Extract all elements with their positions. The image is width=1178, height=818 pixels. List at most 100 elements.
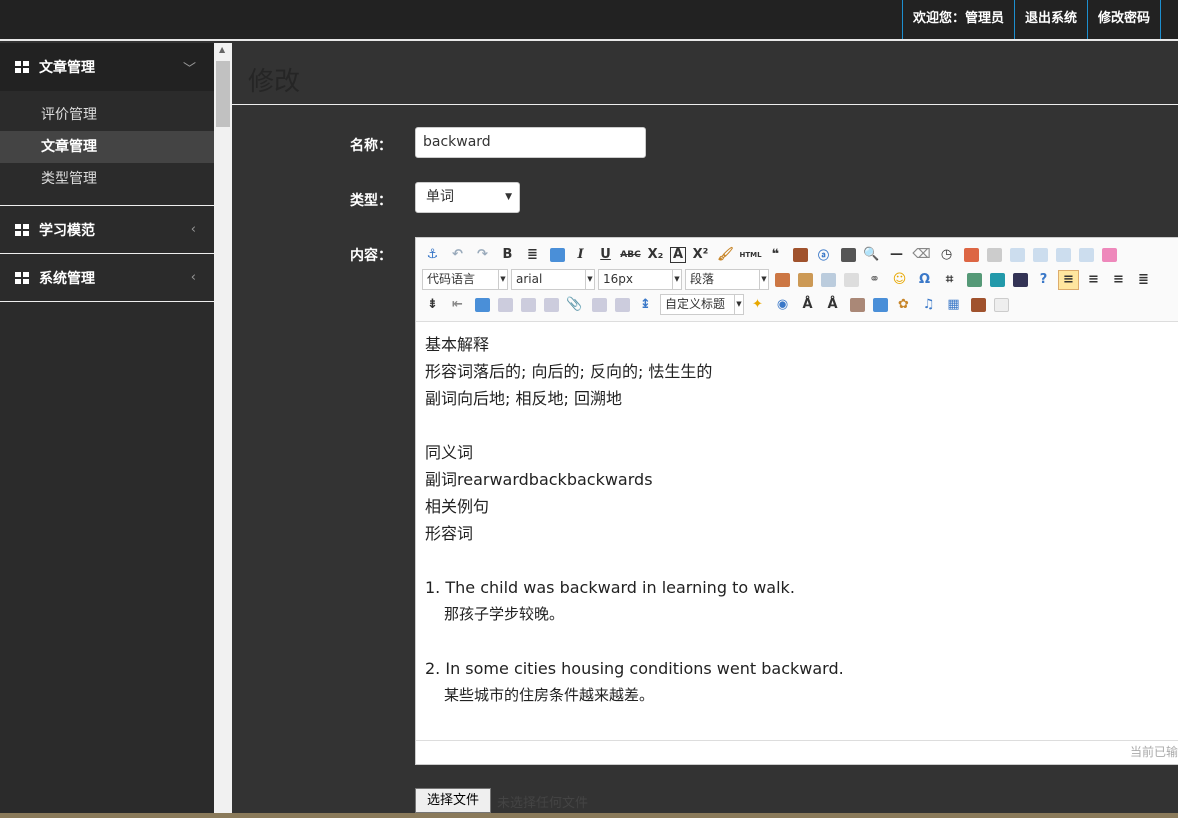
undo-icon[interactable]: ↶ <box>447 245 468 265</box>
editor-content-area[interactable]: 基本解释 形容词落后的; 向后的; 反向的; 怯生生的 副词向后地; 相反地; … <box>416 322 1178 740</box>
eraser-icon[interactable]: ⌫ <box>911 245 932 265</box>
grid-icon <box>15 223 29 236</box>
rich-text-editor[interactable]: ⚓ ↶ ↷ B ≣ I U ABC X₂ A X² 🖌 HTML ❝ ⓐ 🔍 — <box>415 237 1178 765</box>
binoculars-icon[interactable]: ⌗ <box>939 270 960 290</box>
scroll-up-icon[interactable]: ▲ <box>219 45 225 54</box>
sidebar-group-article[interactable]: 文章管理 ﹀ <box>0 43 214 91</box>
sidebar-scrollbar[interactable]: ▲ <box>214 43 232 818</box>
custom-heading-combo[interactable]: 自定义标题 ▼ <box>660 294 744 315</box>
background-icon[interactable]: ◉ <box>772 295 793 315</box>
code-language-combo[interactable]: 代码语言 ▼ <box>422 269 508 290</box>
name-input[interactable]: backward <box>415 127 646 158</box>
font-increase-icon[interactable]: Å <box>797 295 818 315</box>
type-select[interactable]: 单词 ▼ <box>415 182 520 213</box>
sidebar-group-system[interactable]: 系统管理 ‹ <box>0 254 214 302</box>
scroll-thumb[interactable] <box>216 61 230 127</box>
anchor-icon[interactable]: ⚓ <box>422 245 443 265</box>
merge-cells-icon[interactable] <box>987 247 1002 262</box>
clipboard-icon[interactable] <box>971 297 986 312</box>
indent-icon[interactable]: ≣ <box>522 245 543 265</box>
content-line: 形容词落后的; 向后的; 反向的; 怯生生的 <box>425 362 713 381</box>
image-center-icon[interactable] <box>592 297 607 312</box>
scrawl-icon[interactable] <box>844 272 859 287</box>
row-spacing-icon[interactable]: ↨ <box>635 295 656 315</box>
multi-image-icon[interactable] <box>798 272 813 287</box>
code-language-value: 代码语言 <box>427 272 476 286</box>
date-icon[interactable] <box>964 247 979 262</box>
font-size-combo[interactable]: 16px ▼ <box>598 269 682 290</box>
strikethrough-icon[interactable]: ABC <box>620 245 641 265</box>
content-line: 基本解释 <box>425 335 490 354</box>
delete-row-icon[interactable] <box>1056 247 1071 262</box>
align-justify-icon[interactable]: ≣ <box>1133 270 1154 290</box>
paste-text-icon[interactable] <box>793 247 808 262</box>
underline-icon[interactable]: U <box>595 245 616 265</box>
align-center-icon[interactable]: ≡ <box>1108 270 1129 290</box>
special-char-icon[interactable]: Ω <box>914 270 935 290</box>
attachment-icon[interactable]: 📎 <box>564 295 585 315</box>
map-icon[interactable] <box>990 272 1005 287</box>
page-icon[interactable] <box>994 297 1009 312</box>
superscript-icon[interactable]: X² <box>690 245 711 265</box>
music-icon[interactable]: ♫ <box>918 295 939 315</box>
search-replace-icon[interactable] <box>821 272 836 287</box>
align-left-icon[interactable]: ≡ <box>1058 269 1079 290</box>
insert-row-icon[interactable] <box>1010 247 1025 262</box>
horizontal-rule-icon[interactable]: — <box>886 245 907 265</box>
change-password-link[interactable]: 修改密码 <box>1086 0 1161 39</box>
sidebar-item-article[interactable]: 文章管理 <box>0 131 214 163</box>
font-border-icon[interactable]: A <box>670 246 686 263</box>
magic-wand-icon[interactable]: ✦ <box>747 295 768 315</box>
auto-typeset-icon[interactable]: ⓐ <box>813 245 834 265</box>
print-icon[interactable] <box>841 247 856 262</box>
page-break-icon[interactable]: ⇤ <box>447 295 468 315</box>
sidebar-item-type[interactable]: 类型管理 <box>0 163 214 195</box>
anchor-link-icon[interactable] <box>475 297 490 312</box>
image-right-icon[interactable] <box>544 297 559 312</box>
delete-col-icon[interactable] <box>1079 247 1094 262</box>
content-line: 副词rearwardbackbackwards <box>425 470 653 489</box>
emoji-icon[interactable]: ☺ <box>889 270 910 290</box>
table-icon[interactable]: ▦ <box>943 295 964 315</box>
subscript-icon[interactable]: X₂ <box>645 245 666 265</box>
quote-icon[interactable]: ❝ <box>765 245 786 265</box>
line-height-icon[interactable]: ⇟ <box>422 295 443 315</box>
insert-frame-icon[interactable] <box>967 272 982 287</box>
word-image-icon[interactable] <box>615 297 630 312</box>
choose-file-button[interactable]: 选择文件 <box>415 788 491 813</box>
html-icon[interactable]: HTML <box>739 245 761 265</box>
sidebar-group-label: 文章管理 <box>39 60 95 76</box>
template-icon[interactable] <box>850 297 865 312</box>
split-cells-icon[interactable] <box>1102 247 1117 262</box>
video-icon[interactable] <box>1013 272 1028 287</box>
redo-icon[interactable]: ↷ <box>472 245 493 265</box>
content-line: 那孩子学步较晚。 <box>444 605 565 623</box>
image-none-icon[interactable] <box>498 297 513 312</box>
sidebar-group-learning[interactable]: 学习模范 ‹ <box>0 206 214 254</box>
grid-icon <box>15 271 29 284</box>
paragraph-value: 段落 <box>690 272 715 286</box>
image-left-icon[interactable] <box>521 297 536 312</box>
clear-doc-icon[interactable]: ✿ <box>893 295 914 315</box>
insert-col-icon[interactable] <box>1033 247 1048 262</box>
sidebar-group-label: 学习模范 <box>39 222 95 239</box>
bold-icon[interactable]: B <box>497 245 518 265</box>
sidebar-item-review[interactable]: 评价管理 <box>0 99 214 131</box>
image-edit-icon[interactable] <box>550 247 565 262</box>
insert-image-icon[interactable] <box>775 272 790 287</box>
type-select-value: 单词 <box>426 189 454 205</box>
align-right-icon[interactable]: ≡ <box>1083 270 1104 290</box>
font-family-combo[interactable]: arial ▼ <box>511 269 595 290</box>
page-title: 修改 <box>248 67 301 97</box>
font-decrease-icon[interactable]: Å <box>822 295 843 315</box>
link-icon[interactable]: ⚭ <box>864 270 885 290</box>
italic-icon[interactable]: I <box>570 245 591 265</box>
paragraph-combo[interactable]: 段落 ▼ <box>685 269 769 290</box>
help-icon[interactable]: ? <box>1033 270 1054 290</box>
top-bar: 欢迎您：管理员 退出系统 修改密码 <box>0 0 1178 41</box>
logout-link[interactable]: 退出系统 <box>1013 0 1087 39</box>
web-image-icon[interactable] <box>873 297 888 312</box>
preview-icon[interactable]: 🔍 <box>861 245 882 265</box>
time-icon[interactable]: ◷ <box>936 245 957 265</box>
format-brush-icon[interactable]: 🖌 <box>715 245 736 265</box>
